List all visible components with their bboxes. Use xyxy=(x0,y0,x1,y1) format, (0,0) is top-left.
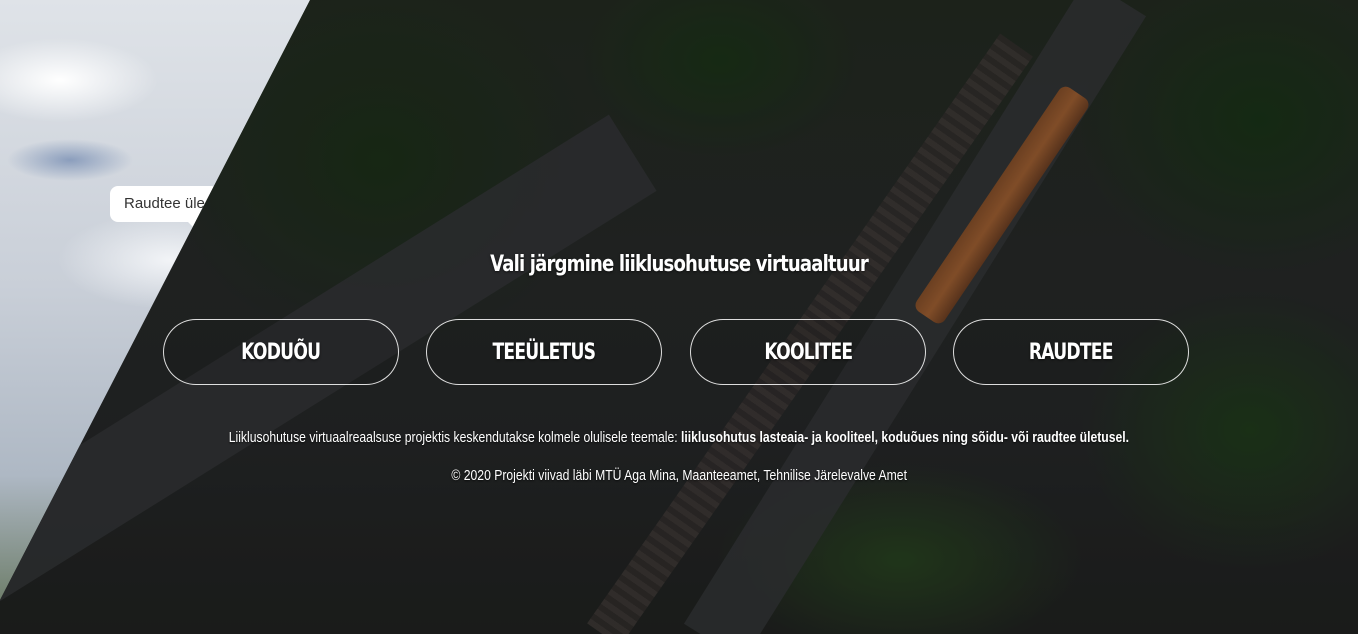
tour-button-raudtee[interactable]: RAUDTEE xyxy=(953,319,1189,385)
description-topics: liiklusohutus lasteaia- ja kooliteel, ko… xyxy=(681,430,1130,446)
copyright-label: © 2020 Projekti viivad läbi MTÜ Aga Mina… xyxy=(451,468,907,484)
tour-button-koduou[interactable]: KODUÕU xyxy=(163,319,399,385)
tour-button-label: KODUÕU xyxy=(241,339,321,365)
page-title: Vali järgmine liiklusohutuse virtuaaltuu… xyxy=(490,252,869,277)
description-intro: Liiklusohutuse virtuaalreaalsuse projekt… xyxy=(228,430,682,446)
tour-button-label: KOOLITEE xyxy=(764,339,853,365)
project-description: Liiklusohutuse virtuaalreaalsuse projekt… xyxy=(0,430,1358,446)
panorama-background: Raudtee üle xyxy=(0,0,1358,634)
tour-button-label: RAUDTEE xyxy=(1029,339,1114,365)
copyright-text: © 2020 Projekti viivad läbi MTÜ Aga Mina… xyxy=(0,468,1358,484)
tour-button-koolitee[interactable]: KOOLITEE xyxy=(690,319,926,385)
tour-button-label: TEEÜLETUS xyxy=(492,339,597,365)
tour-button-teeuletus[interactable]: TEEÜLETUS xyxy=(426,319,662,385)
